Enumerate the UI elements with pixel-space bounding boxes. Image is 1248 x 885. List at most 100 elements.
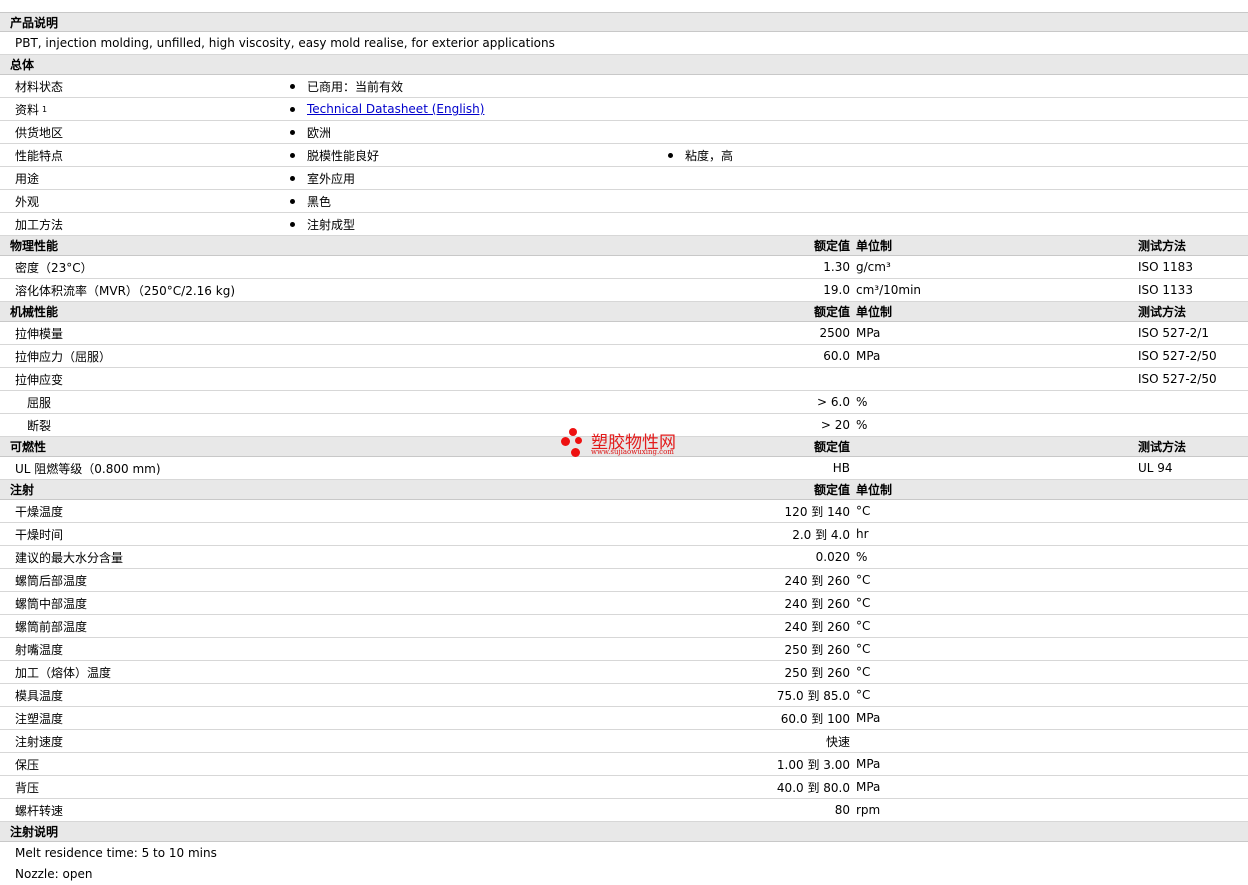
header-nominal: 额定值 <box>813 239 850 253</box>
row-unit: MPa <box>856 326 881 340</box>
row-label: 螺杆转速 <box>15 803 64 818</box>
bullet-icon <box>290 175 295 181</box>
row-value: 75.0 到 85.0 <box>776 688 850 703</box>
row-value: 80 <box>834 803 850 817</box>
row-value: 19.0 <box>823 283 850 297</box>
row-value: 1.00 到 3.00 <box>776 757 850 772</box>
section-title: 机械性能 <box>10 305 59 319</box>
row-label: 拉伸应变 <box>15 372 64 387</box>
header-nominal: 额定值 <box>813 483 850 497</box>
row-unit: g/cm³ <box>856 260 891 274</box>
row-unit: cm³/10min <box>856 283 922 297</box>
general-row-appearance: 外观 黑色 <box>0 190 1248 213</box>
row-unit: °C <box>856 619 871 633</box>
bullet-icon <box>290 106 295 112</box>
header-nominal: 额定值 <box>813 305 850 319</box>
mechanical-row: 拉伸应变 ISO 527-2/50 <box>0 368 1248 391</box>
description-row: PBT, injection molding, unfilled, high v… <box>0 32 1248 55</box>
row-label: 注射速度 <box>15 734 64 749</box>
row-value: HB <box>832 461 850 475</box>
physical-row: 密度（23°C） 1.30 g/cm³ ISO 1183 <box>0 256 1248 279</box>
row-value: 120 到 140 <box>784 504 850 519</box>
bullet-icon <box>290 198 295 204</box>
bullet-value: 已商用：当前有效 <box>290 75 403 97</box>
row-value: 250 到 260 <box>784 642 850 657</box>
injection-row: 螺杆转速 80 rpm <box>0 799 1248 822</box>
row-value: 欧洲 <box>307 125 332 140</box>
general-row-processing: 加工方法 注射成型 <box>0 213 1248 236</box>
injection-row: 背压 40.0 到 80.0 MPa <box>0 776 1248 799</box>
row-value: 0.020 <box>815 550 850 564</box>
bullet-icon <box>290 152 295 158</box>
row-test: ISO 527-2/50 <box>1138 372 1217 386</box>
row-unit: °C <box>856 665 871 679</box>
row-label: 密度（23°C） <box>15 260 93 275</box>
row-label: 拉伸模量 <box>15 326 64 341</box>
injection-row: 干燥温度 120 到 140 °C <box>0 500 1248 523</box>
row-unit: °C <box>856 573 871 587</box>
row-label: 螺筒前部温度 <box>15 619 88 634</box>
row-label: 模具温度 <box>15 688 64 703</box>
row-test: ISO 527-2/50 <box>1138 349 1217 363</box>
note-line: Nozzle: open <box>0 864 1248 884</box>
section-title: 注射 <box>10 483 35 497</box>
section-title: 物理性能 <box>10 239 59 253</box>
row-label: 干燥时间 <box>15 527 64 542</box>
row-value: 快速 <box>825 734 850 749</box>
mechanical-subrow: 屈服 > 6.0 % <box>0 391 1248 414</box>
row-unit: °C <box>856 688 871 702</box>
row-label: 加工（熔体）温度 <box>15 665 112 680</box>
row-value: 2500 <box>819 326 850 340</box>
bullet-icon <box>290 83 295 89</box>
bullet-value: 黑色 <box>290 190 331 212</box>
general-row-documents: 资料 1 Technical Datasheet (English) <box>0 98 1248 121</box>
row-label: 干燥温度 <box>15 504 64 519</box>
bullet-icon <box>290 221 295 227</box>
row-label: 材料状态 <box>15 79 64 94</box>
row-value: 40.0 到 80.0 <box>776 780 850 795</box>
general-row-region: 供货地区 欧洲 <box>0 121 1248 144</box>
header-nominal: 额定值 <box>813 440 850 454</box>
row-label: 溶化体积流率（MVR）（250°C/2.16 kg) <box>15 283 236 298</box>
injection-row: 保压 1.00 到 3.00 MPa <box>0 753 1248 776</box>
bullet-icon <box>668 152 673 158</box>
row-label: 螺筒中部温度 <box>15 596 88 611</box>
header-test: 测试方法 <box>1138 440 1187 454</box>
row-value: 已商用：当前有效 <box>307 79 404 94</box>
row-label: 屈服 <box>27 395 52 410</box>
row-label: 注塑温度 <box>15 711 64 726</box>
row-label: 断裂 <box>27 418 52 433</box>
watermark-url-text: www.sujiaowuxing.com <box>591 448 674 456</box>
bullet-value-2: 粘度，高 <box>668 144 733 166</box>
section-header-mechanical: 机械性能 额定值 单位制 测试方法 <box>0 302 1248 322</box>
injection-rows: 干燥温度 120 到 140 °C 干燥时间 2.0 到 4.0 hr 建议的最大水分含量 0… <box>0 500 1248 822</box>
row-label: 外观 <box>15 194 40 209</box>
section-title: 总体 <box>10 58 35 72</box>
row-unit: % <box>856 395 868 409</box>
row-unit: °C <box>856 642 871 656</box>
row-value: 黑色 <box>307 194 332 209</box>
row-label: UL 阻燃等级（0.800 mm) <box>15 461 161 476</box>
bullet-value: 室外应用 <box>290 167 355 189</box>
row-unit: MPa <box>856 711 881 725</box>
row-unit: °C <box>856 596 871 610</box>
header-test: 测试方法 <box>1138 239 1187 253</box>
row-label: 性能特点 <box>15 148 64 163</box>
header-test: 测试方法 <box>1138 305 1187 319</box>
row-label: 射嘴温度 <box>15 642 64 657</box>
row-unit: % <box>856 550 868 564</box>
row-value: 2.0 到 4.0 <box>792 527 850 542</box>
note-line: Melt residence time: 5 to 10 mins <box>0 842 1248 864</box>
row-label-text: 资料 <box>15 102 40 117</box>
row-unit: °C <box>856 504 871 518</box>
datasheet-link[interactable]: Technical Datasheet (English) <box>307 102 484 116</box>
header-unit: 单位制 <box>856 239 893 253</box>
injection-row: 螺筒后部温度 240 到 260 °C <box>0 569 1248 592</box>
row-test: ISO 1133 <box>1138 283 1193 297</box>
row-label: 螺筒后部温度 <box>15 573 88 588</box>
row-value: 240 到 260 <box>784 596 850 611</box>
note-text: Nozzle: open <box>15 867 93 881</box>
injection-row: 干燥时间 2.0 到 4.0 hr <box>0 523 1248 546</box>
flammability-row: UL 阻燃等级（0.800 mm) HB UL 94 <box>0 457 1248 480</box>
note-text: Melt residence time: 5 to 10 mins <box>15 846 217 860</box>
